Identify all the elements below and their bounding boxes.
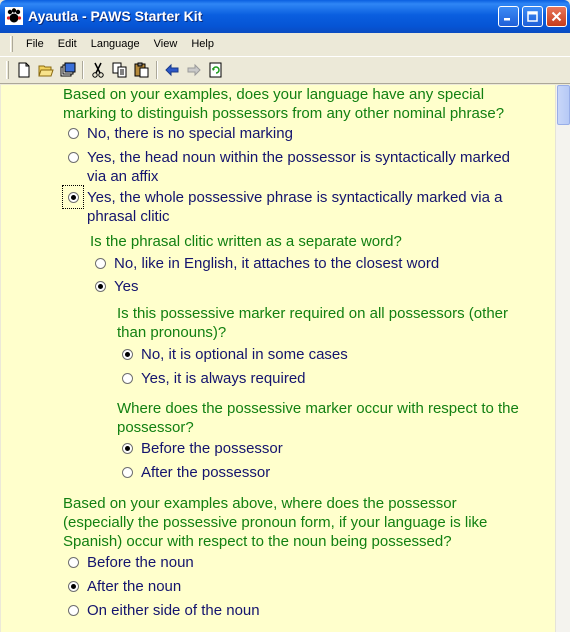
title-bar: Ayautla - PAWS Starter Kit <box>0 0 570 33</box>
new-document-icon <box>18 62 30 78</box>
question-possessor-position: Based on your examples above, where does… <box>63 494 487 551</box>
radio-no-special-marking[interactable] <box>68 128 79 139</box>
question-line: marking to distinguish possessors from a… <box>63 105 505 122</box>
menu-help[interactable]: Help <box>184 38 221 50</box>
open-folder-icon <box>38 65 54 77</box>
option-line: via an affix <box>87 168 159 185</box>
radio-either-side-noun[interactable] <box>68 605 79 616</box>
forward-arrow-icon <box>187 63 201 77</box>
option-separate-word-yes[interactable]: Yes <box>114 277 138 296</box>
radio-after-possessor[interactable] <box>122 467 133 478</box>
option-line: phrasal clitic <box>87 208 170 225</box>
option-before-noun[interactable]: Before the noun <box>87 553 194 572</box>
option-either-side-noun[interactable]: On either side of the noun <box>87 601 260 620</box>
option-after-noun[interactable]: After the noun <box>87 577 181 596</box>
copy-icon <box>112 62 127 78</box>
radio-attaches-closest-word[interactable] <box>95 258 106 269</box>
option-line: Yes, the head noun within the possessor … <box>87 149 511 166</box>
paws-app-icon[interactable] <box>5 7 23 25</box>
menu-file[interactable]: File <box>19 38 51 50</box>
option-attaches-closest-word[interactable]: No, like in English, it attaches to the … <box>114 254 439 273</box>
menu-view[interactable]: View <box>147 38 185 50</box>
question-line: Based on your examples above, where does… <box>63 495 457 512</box>
maximize-button[interactable] <box>522 6 543 27</box>
question-clitic-separate-word: Is the phrasal clitic written as a separ… <box>90 233 402 250</box>
question-line: (especially the possessive pronoun form,… <box>63 514 488 531</box>
toolbar <box>0 56 570 84</box>
menu-grip[interactable] <box>10 36 13 52</box>
question-marker-required: Is this possessive marker required on al… <box>117 304 508 342</box>
menu-language[interactable]: Language <box>84 38 147 50</box>
radio-separate-word-yes[interactable] <box>95 281 106 292</box>
vertical-scrollbar[interactable] <box>555 85 570 632</box>
close-icon <box>551 11 562 22</box>
toolbar-grip[interactable] <box>6 61 9 79</box>
option-no-special-marking[interactable]: No, there is no special marking <box>87 124 293 143</box>
scrollbar-thumb[interactable] <box>557 85 570 125</box>
forward-button[interactable] <box>183 59 205 81</box>
paste-icon <box>134 62 149 78</box>
windows-icon <box>60 62 76 77</box>
option-line: Yes, the whole possessive phrase is synt… <box>87 189 503 206</box>
new-button[interactable] <box>13 59 35 81</box>
option-phrasal-clitic[interactable]: Yes, the whole possessive phrase is synt… <box>87 188 502 226</box>
radio-before-possessor[interactable] <box>122 443 133 454</box>
question-line: possessor? <box>117 419 194 436</box>
question-line: Is this possessive marker required on al… <box>117 305 508 322</box>
refresh-button[interactable] <box>205 59 227 81</box>
option-after-possessor[interactable]: After the possessor <box>141 463 270 482</box>
radio-before-noun[interactable] <box>68 557 79 568</box>
menu-bar: File Edit Language View Help <box>0 33 570 55</box>
paste-button[interactable] <box>131 59 153 81</box>
radio-after-noun[interactable] <box>68 581 79 592</box>
menu-edit[interactable]: Edit <box>51 38 84 50</box>
question-marker-position: Where does the possessive marker occur w… <box>117 399 519 437</box>
windows-button[interactable] <box>57 59 79 81</box>
option-marker-optional[interactable]: No, it is optional in some cases <box>141 345 348 364</box>
question-line: Spanish) occur with respect to the noun … <box>63 533 452 550</box>
radio-phrasal-clitic[interactable] <box>68 192 79 203</box>
radio-marker-always-required[interactable] <box>122 373 133 384</box>
cut-icon <box>92 62 104 78</box>
option-before-possessor[interactable]: Before the possessor <box>141 439 283 458</box>
minimize-icon <box>504 18 510 21</box>
back-button[interactable] <box>161 59 183 81</box>
radio-marker-optional[interactable] <box>122 349 133 360</box>
question-line: than pronouns)? <box>117 324 227 341</box>
question-line: Where does the possessive marker occur w… <box>117 400 519 417</box>
toolbar-separator <box>156 61 158 79</box>
maximize-icon <box>527 11 538 22</box>
cut-button[interactable] <box>87 59 109 81</box>
radio-head-noun-affix[interactable] <box>68 152 79 163</box>
toolbar-separator <box>82 61 84 79</box>
question-line: Based on your examples, does your langua… <box>63 86 485 103</box>
minimize-button[interactable] <box>498 6 519 27</box>
option-marker-always-required[interactable]: Yes, it is always required <box>141 369 306 388</box>
refresh-icon <box>209 62 222 78</box>
questionnaire-panel: Based on your examples, does your langua… <box>0 85 555 632</box>
back-arrow-icon <box>165 63 179 77</box>
question-special-marking: Based on your examples, does your langua… <box>63 85 504 123</box>
copy-button[interactable] <box>109 59 131 81</box>
open-button[interactable] <box>35 59 57 81</box>
option-head-noun-affix[interactable]: Yes, the head noun within the possessor … <box>87 148 510 186</box>
close-button[interactable] <box>546 6 567 27</box>
window-title: Ayautla - PAWS Starter Kit <box>28 8 203 24</box>
